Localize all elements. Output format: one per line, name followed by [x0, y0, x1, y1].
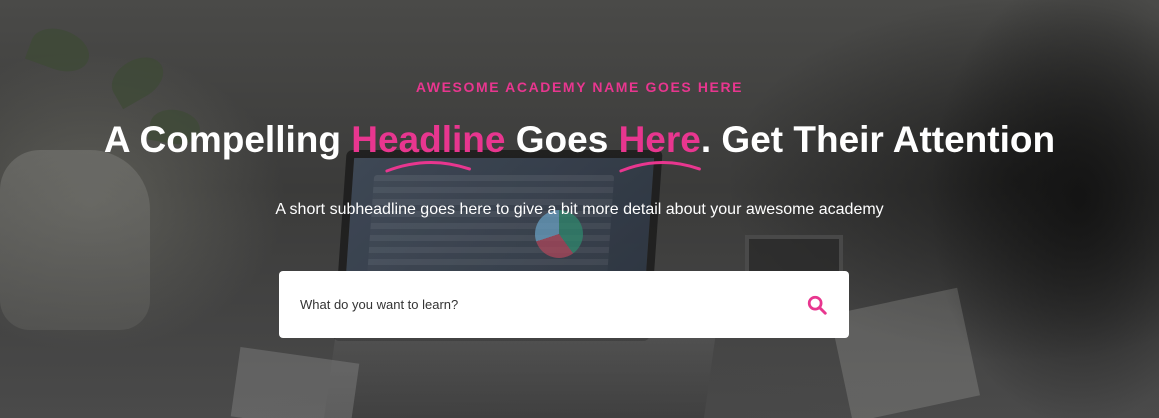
hero-section: AWESOME ACADEMY NAME GOES HERE A Compell… — [0, 0, 1159, 418]
underline-swoosh-icon — [385, 161, 472, 173]
search-bar — [279, 271, 849, 338]
headline: A Compelling Headline Goes Here. Get The… — [0, 119, 1159, 173]
underline-swoosh-icon — [618, 161, 701, 173]
headline-highlight: Headline — [351, 119, 506, 173]
headline-highlight: Here — [618, 119, 701, 173]
headline-text: Goes — [505, 119, 619, 160]
academy-name: AWESOME ACADEMY NAME GOES HERE — [415, 79, 744, 95]
subheadline: A short subheadline goes here to give a … — [275, 201, 884, 218]
search-input[interactable] — [279, 271, 779, 338]
headline-text: . Get Their Attention — [700, 119, 1056, 160]
search-button[interactable] — [799, 287, 835, 323]
hero-content: AWESOME ACADEMY NAME GOES HERE A Compell… — [0, 0, 1159, 418]
headline-highlight-text: Here — [618, 119, 701, 160]
headline-text: A Compelling — [103, 119, 352, 160]
headline-highlight-text: Headline — [351, 119, 506, 160]
search-icon — [807, 295, 827, 315]
